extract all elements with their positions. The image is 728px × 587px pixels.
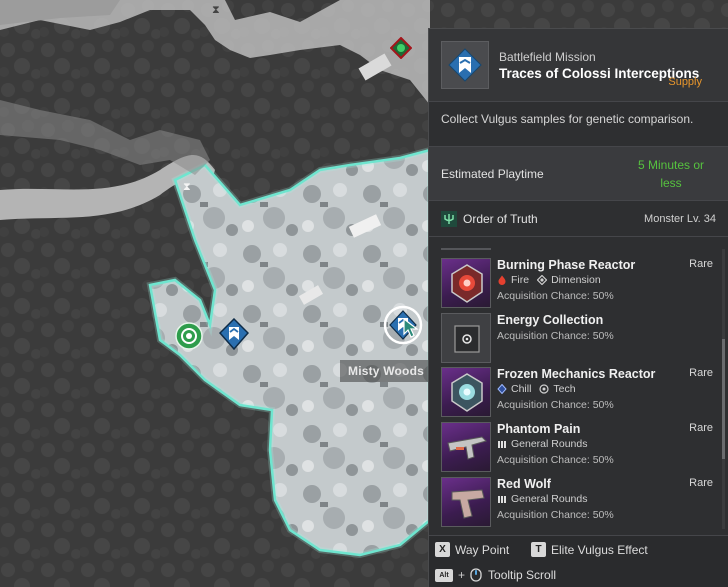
reward-item[interactable]: Burning Phase Reactor Rare Fire Dimensio…	[441, 258, 721, 310]
reward-chance: Acquisition Chance: 50%	[497, 454, 614, 466]
mission-type: Battlefield Mission	[499, 49, 596, 64]
rifle-icon	[447, 436, 487, 460]
playtime-value: 5 Minutes or less	[637, 157, 705, 190]
key-hints: X Way Point T Elite Vulgus Effect Alt + …	[429, 535, 728, 587]
elite-effect-label: Elite Vulgus Effect	[551, 542, 648, 557]
reactor-icon	[451, 264, 483, 303]
pistol-icon	[451, 489, 485, 519]
reward-item[interactable]: Phantom Pain Rare General Rounds Acquisi…	[441, 422, 721, 474]
reward-chance: Acquisition Chance: 50%	[497, 330, 614, 342]
trident-icon	[441, 210, 457, 227]
reward-grade: Rare	[689, 422, 713, 434]
key-t: T	[531, 542, 546, 557]
weapon-thumbnail	[441, 477, 491, 527]
playtime-row: Estimated Playtime 5 Minutes or less	[429, 147, 728, 201]
monster-level: Monster Lv. 34	[644, 212, 716, 225]
key-x: X	[435, 542, 450, 557]
elite-effect-hint[interactable]: T Elite Vulgus Effect	[531, 542, 648, 557]
reward-chance: Acquisition Chance: 50%	[497, 509, 614, 521]
target-ring-icon	[175, 322, 203, 350]
tooltip-scroll-label: Tooltip Scroll	[488, 568, 557, 582]
battlefield-mission-marker[interactable]	[219, 318, 249, 350]
mission-tooltip-panel: Battlefield Mission Traces of Colossi In…	[428, 28, 728, 587]
vulgus-marker[interactable]	[390, 37, 412, 59]
svg-text:⧗: ⧗	[212, 3, 220, 16]
trait-label: Dimension	[551, 274, 601, 286]
waypoint-hint[interactable]: X Way Point	[435, 542, 509, 557]
reward-chance: Acquisition Chance: 50%	[497, 399, 614, 411]
reactor-thumbnail	[441, 258, 491, 308]
energy-icon	[454, 325, 480, 353]
reward-name: Burning Phase Reactor	[497, 258, 636, 272]
reward-name: Energy Collection	[497, 313, 604, 327]
dimension-icon	[537, 275, 548, 285]
reward-grade: Rare	[689, 367, 713, 379]
trait-label: Chill	[511, 383, 532, 395]
reward-name: Phantom Pain	[497, 422, 581, 436]
mouse-wheel-icon	[470, 568, 482, 582]
waypoint-label: Way Point	[455, 542, 510, 557]
trait-label: Fire	[511, 274, 530, 286]
reward-name: Red Wolf	[497, 477, 551, 491]
reward-grade: Rare	[689, 477, 713, 489]
tooltip-scroll-hint[interactable]: Alt + Tooltip Scroll	[435, 568, 556, 582]
chevron-flag-icon	[448, 48, 482, 82]
game-screen: ⧗ ⧗ Misty Woods Battlefield Mission Trac…	[0, 0, 728, 587]
mission-tag: Supply	[668, 76, 702, 88]
location-label: Misty Woods	[340, 360, 432, 382]
playtime-label: Estimated Playtime	[441, 166, 544, 181]
trait-label: Tech	[553, 383, 576, 395]
reward-item[interactable]: Frozen Mechanics Reactor Rare Chill Tech…	[441, 367, 721, 419]
chill-icon	[497, 384, 507, 394]
reward-grade: Rare	[689, 258, 713, 270]
mission-badge	[441, 41, 489, 89]
svg-text:⧗: ⧗	[183, 180, 191, 193]
tech-icon	[539, 384, 550, 394]
reward-list[interactable]: Burning Phase Reactor Rare Fire Dimensio…	[429, 246, 728, 536]
fire-icon	[498, 275, 506, 285]
energy-thumbnail	[441, 313, 491, 363]
reward-name: Frozen Mechanics Reactor	[497, 367, 656, 381]
mouse-cursor-icon	[403, 318, 419, 338]
trait-label: General Rounds	[511, 493, 588, 505]
faction-row: Order of Truth Monster Lv. 34	[429, 201, 728, 237]
reactor-icon	[451, 373, 483, 412]
faction-name: Order of Truth	[463, 211, 538, 226]
scrollbar-thumb[interactable]	[722, 339, 725, 459]
plus-sign: +	[458, 568, 466, 582]
reactor-thumbnail	[441, 367, 491, 417]
mission-header: Battlefield Mission Traces of Colossi In…	[429, 29, 728, 102]
ammo-icon	[498, 441, 506, 448]
list-divider	[441, 248, 491, 250]
reward-scrollbar[interactable]	[722, 249, 725, 529]
diamond-icon	[390, 37, 412, 59]
reward-chance: Acquisition Chance: 50%	[497, 290, 614, 302]
chevron-flag-icon	[219, 318, 249, 350]
key-alt: Alt	[435, 568, 453, 582]
reward-item[interactable]: Red Wolf Rare General Rounds Acquisition…	[441, 477, 721, 529]
trait-label: General Rounds	[511, 438, 588, 450]
outpost-marker[interactable]	[175, 322, 203, 350]
ammo-icon	[498, 496, 506, 503]
weapon-thumbnail	[441, 422, 491, 472]
mission-description: Collect Vulgus samples for genetic compa…	[429, 102, 728, 147]
reward-item[interactable]: Energy Collection Acquisition Chance: 50…	[441, 313, 721, 365]
